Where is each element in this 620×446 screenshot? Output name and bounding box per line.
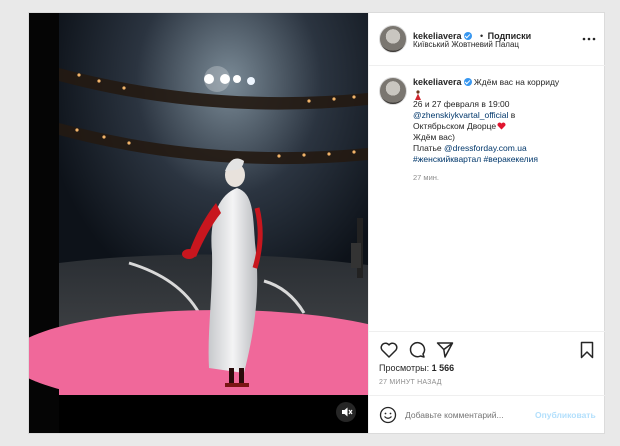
caption-date: 26 и 27 февраля в 19:00 — [413, 99, 510, 109]
comment-input[interactable] — [405, 407, 533, 423]
save-button[interactable] — [577, 340, 597, 365]
post-panel: kekeliavera • Подписки Київський Жовтнев… — [368, 13, 605, 433]
comment-button[interactable] — [407, 340, 427, 365]
views-count[interactable]: Просмотры: 1 566 — [379, 363, 454, 373]
more-horizontal-icon — [582, 37, 596, 41]
hashtags[interactable]: #женскийквартал #веракекелия — [413, 154, 598, 165]
dancer-emoji-icon — [413, 88, 598, 100]
instagram-post: kekeliavera • Подписки Київський Жовтнев… — [28, 12, 605, 434]
mute-button[interactable] — [336, 402, 356, 422]
caption-venue: Октябрьском Дворце — [413, 121, 497, 131]
smiley-icon — [379, 406, 397, 424]
red-heart-emoji-icon — [497, 122, 506, 130]
avatar[interactable] — [379, 25, 407, 53]
verified-icon — [463, 32, 472, 40]
share-button[interactable] — [435, 340, 455, 365]
post-header: kekeliavera • Подписки Київський Жовтнев… — [369, 13, 605, 66]
caption-text-line: Ждём вас на корриду — [473, 77, 560, 87]
caption-dress-line: Платье @dressforday.com.ua — [413, 143, 598, 154]
like-button[interactable] — [379, 340, 399, 365]
caption-username[interactable]: kekeliavera — [413, 77, 462, 87]
post-timestamp[interactable]: 27 МИНУТ НАЗАД — [379, 379, 442, 386]
send-icon — [436, 342, 454, 358]
caption-time: 27 мин. — [413, 173, 439, 182]
more-options-button[interactable] — [581, 32, 597, 44]
mute-icon — [342, 407, 353, 417]
bookmark-icon — [580, 341, 594, 359]
caption-avatar[interactable] — [379, 77, 407, 105]
dress-mention-link[interactable]: @dressforday.com.ua — [444, 143, 527, 153]
comment-icon — [409, 341, 426, 358]
location-link[interactable]: Київський Жовтневий Палац — [413, 40, 519, 49]
views-number: 1 566 — [431, 363, 455, 373]
caption-dress-prefix: Платье — [413, 143, 445, 153]
caption-suffix: в — [508, 110, 516, 120]
caption-text: kekeliavera Ждём вас на корриду 26 и 27 … — [413, 77, 598, 182]
mention-link[interactable]: @zhenskiykvartal_official — [413, 110, 508, 120]
post-comment-button[interactable]: Опубликовать — [535, 410, 596, 420]
caption-mention-line: @zhenskiykvartal_official в — [413, 110, 598, 121]
heart-icon — [380, 342, 398, 358]
caption-line-1: kekeliavera Ждём вас на корриду — [413, 77, 598, 88]
post-video[interactable] — [29, 13, 368, 433]
views-label: Просмотры: — [379, 363, 430, 373]
emoji-button[interactable] — [379, 406, 397, 429]
verified-icon — [463, 78, 472, 86]
comment-form: Опубликовать — [369, 395, 605, 434]
caption-venue-line: Октябрьском Дворце — [413, 121, 598, 132]
video-frame — [29, 13, 368, 433]
caption-wait: Ждём вас) — [413, 132, 455, 142]
